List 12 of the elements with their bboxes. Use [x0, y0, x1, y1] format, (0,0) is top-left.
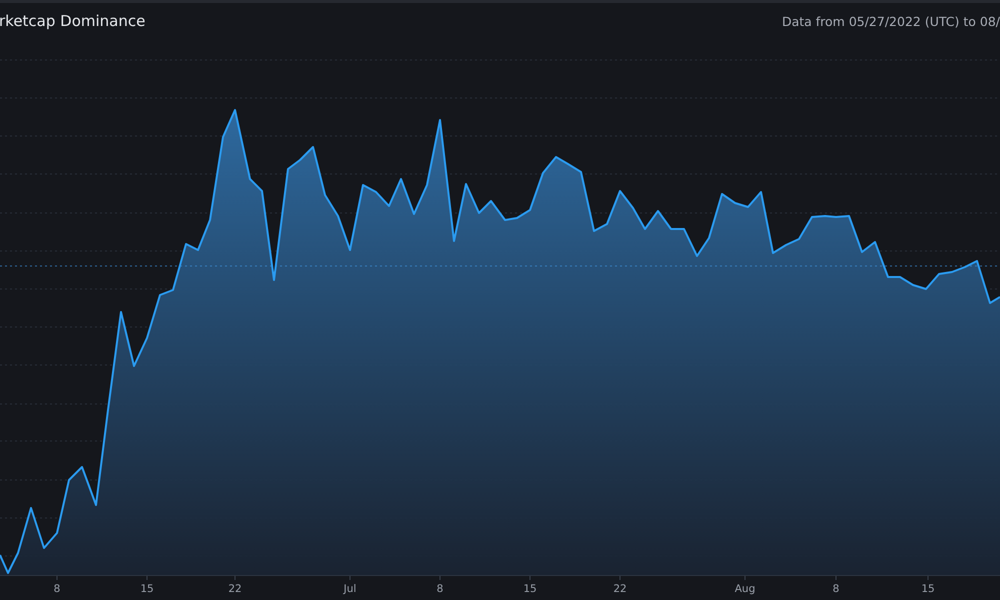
axis-label: 8 [832, 583, 840, 595]
axis-label: 15 [140, 583, 154, 595]
axis-label: Aug [734, 583, 756, 595]
axis-label: 22 [613, 583, 627, 595]
chart-title: rketcap Dominance [0, 12, 146, 30]
axis-label: Jul [344, 583, 356, 595]
axis-label: 8 [436, 583, 444, 595]
axis-label: 15 [921, 583, 935, 595]
axis-label: 15 [523, 583, 537, 595]
axis-label: 22 [228, 583, 242, 595]
date-range: Data from 05/27/2022 (UTC) to 08/ [782, 14, 1000, 29]
axis-label: 8 [54, 583, 60, 595]
